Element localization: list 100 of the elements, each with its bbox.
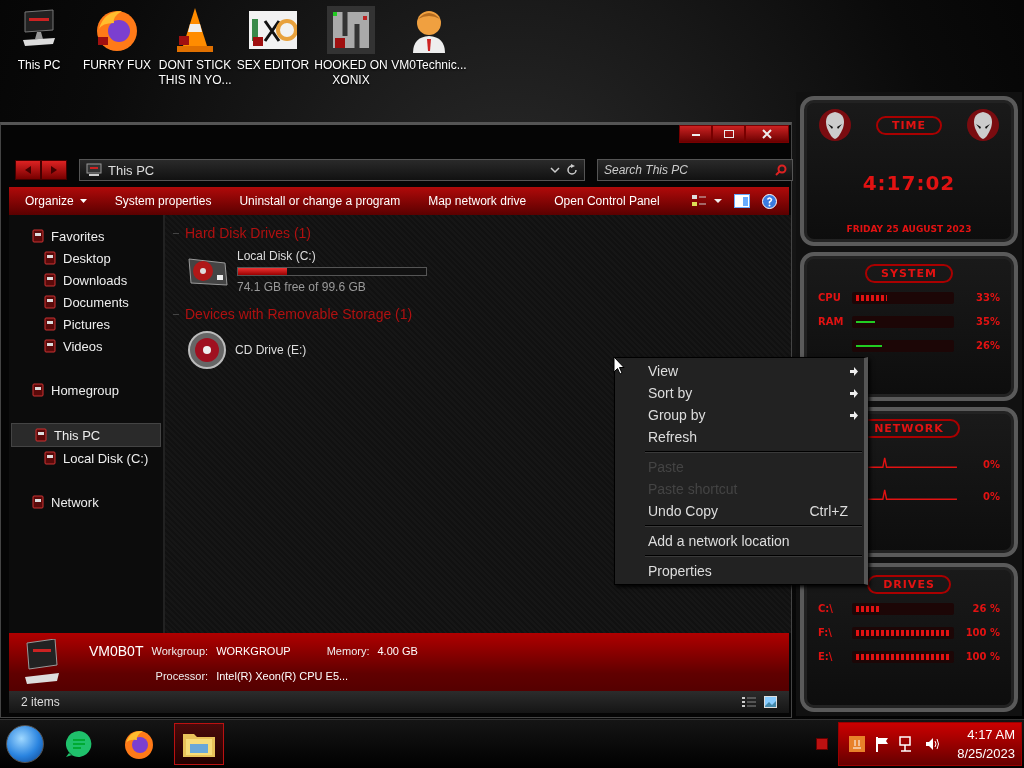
forward-button[interactable]: [41, 160, 67, 180]
speaker-icon[interactable]: [925, 737, 942, 751]
meter-label: CPU: [818, 292, 842, 303]
taskbar-clock[interactable]: 4:17 AM 8/25/2023: [957, 725, 1015, 763]
taskbar-app-button[interactable]: [174, 723, 224, 765]
close-button[interactable]: [745, 125, 789, 143]
nav-item-icon: [31, 383, 45, 397]
nav-item-icon: [43, 339, 57, 353]
nav-item-icon: [43, 273, 57, 287]
menu-item[interactable]: Sort by: [615, 382, 864, 404]
gadget-title: SYSTEM: [865, 263, 953, 283]
nav-item-icon: [31, 495, 45, 509]
field-value: 4.00 GB: [377, 644, 418, 657]
back-button[interactable]: [15, 160, 41, 180]
view-list-icon: [692, 194, 722, 208]
nav-item[interactable]: Local Disk (C:): [9, 447, 163, 469]
minimize-button[interactable]: [679, 125, 712, 143]
toolbar-button[interactable]: Map network drive: [418, 190, 537, 212]
desktop-icon-label[interactable]: This PC: [1, 58, 77, 73]
large-icons-view-icon[interactable]: [764, 696, 777, 708]
drive-item[interactable]: Local Disk (C:) 74.1 GB free of 99.6 GB: [173, 247, 461, 296]
meter-label: F:\: [818, 627, 833, 638]
submenu-arrow-icon: [850, 366, 858, 376]
nav-item-icon: [43, 451, 57, 465]
nav-item[interactable]: This PC: [11, 423, 161, 447]
meter-reading: 35%: [975, 316, 1000, 327]
meter-reading: 0%: [982, 459, 1000, 470]
meter-reading: 33%: [975, 292, 1000, 303]
editor-logo-icon: [249, 11, 297, 49]
menu-item[interactable]: Properties: [615, 560, 864, 582]
submenu-arrow-icon: [850, 410, 858, 420]
app-tray-icon[interactable]: [849, 736, 866, 752]
item-count: 2 items: [21, 695, 60, 709]
dropdown-caret-icon[interactable]: [550, 166, 560, 174]
menu-item[interactable]: Add a network location: [615, 530, 864, 552]
close-icon: [762, 129, 772, 139]
nav-item-icon: [31, 229, 45, 243]
gadget-title: TIME: [875, 115, 943, 135]
toolbar-button[interactable]: Uninstall or change a program: [229, 190, 411, 212]
flag-icon[interactable]: [875, 736, 890, 752]
computer-icon: [86, 163, 102, 177]
computer-name: VM0B0T: [89, 642, 144, 659]
caret-icon: [79, 199, 87, 203]
desktop-icon-label[interactable]: HOOKED ON XONIX: [313, 58, 389, 88]
meter-reading: 26%: [975, 340, 1000, 351]
maximize-button[interactable]: [712, 125, 745, 143]
free-space-text: 74.1 GB free of 99.6 GB: [237, 280, 367, 294]
nav-item[interactable]: Documents: [9, 291, 163, 313]
nav-item-icon: [43, 295, 57, 309]
meter-label: E:\: [818, 651, 834, 662]
meter-reading: 100 %: [964, 651, 1000, 662]
meter-reading: 26 %: [971, 603, 1000, 614]
maximize-icon: [723, 130, 734, 138]
nav-item[interactable]: Homegroup: [9, 379, 163, 401]
drive-item[interactable]: CD Drive (E:): [173, 328, 461, 372]
drive-name: CD Drive (E:): [235, 343, 307, 357]
toolbar-button[interactable]: Open Control Panel: [544, 190, 670, 212]
nav-item[interactable]: Favorites: [9, 225, 163, 247]
pane-icon: [734, 194, 750, 208]
details-view-icon[interactable]: [742, 696, 756, 708]
alien-head-icon: [818, 108, 852, 142]
maze-icon: [327, 6, 375, 54]
address-bar[interactable]: This PC: [79, 159, 585, 181]
field-value: Intel(R) Xeon(R) CPU E5...: [216, 669, 350, 682]
nav-item[interactable]: Network: [9, 491, 163, 513]
toolbar-button[interactable]: Organize: [15, 190, 97, 212]
field-label: Processor:: [154, 669, 209, 682]
flame-globe-icon: [123, 728, 155, 760]
back-arrow-icon: [24, 166, 32, 174]
nav-item-icon: [43, 251, 57, 265]
nav-item[interactable]: Videos: [9, 335, 163, 357]
nav-item-icon: [34, 428, 48, 442]
refresh-icon[interactable]: [566, 164, 578, 176]
drive-name: Local Disk (C:): [237, 249, 317, 263]
desktop-icon-label[interactable]: FURRY FUX: [79, 58, 155, 73]
meter-label: C:\: [818, 603, 834, 614]
field-value: WORKGROUP: [216, 644, 291, 657]
meter-reading: 0%: [982, 491, 1000, 502]
forward-arrow-icon: [50, 166, 58, 174]
field-label: Memory:: [326, 644, 370, 657]
meter-label: RAM: [818, 316, 845, 327]
show-hidden-icons-button[interactable]: [816, 738, 829, 750]
search-field[interactable]: Search This PC: [597, 159, 793, 181]
alien-head-icon: [966, 108, 1000, 142]
menu-item[interactable]: Undo Copy Ctrl+Z: [615, 500, 864, 522]
help-icon: [762, 193, 777, 209]
desktop-icon-label[interactable]: VM0Technic...: [391, 58, 467, 73]
nav-item-icon: [43, 317, 57, 331]
chat-bubble-icon: [64, 729, 94, 759]
clock-date: FRIDAY 25 AUGUST 2023: [846, 223, 972, 234]
field-label: Workgroup:: [151, 644, 209, 657]
nav-item[interactable]: Desktop: [9, 247, 163, 269]
nav-item[interactable]: Downloads: [9, 269, 163, 291]
disc-icon: [187, 330, 227, 370]
nav-item[interactable]: Pictures: [9, 313, 163, 335]
start-button[interactable]: [6, 725, 44, 763]
desktop-icon-label[interactable]: DONT STICK THIS IN YO...: [157, 58, 233, 88]
toolbar-button[interactable]: System properties: [104, 190, 222, 212]
desktop-icon-label[interactable]: SEX EDITOR: [235, 58, 311, 73]
submenu-arrow-icon: [850, 388, 858, 398]
